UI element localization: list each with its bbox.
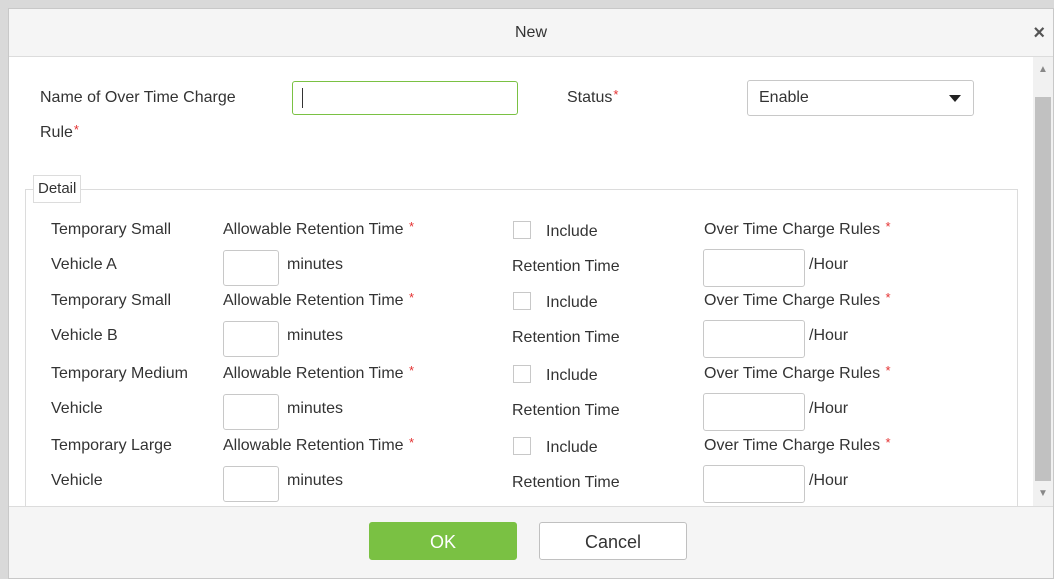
include-label: Include — [546, 367, 598, 384]
dialog-content: Name of Over Time Charge Rule* Status* E… — [9, 57, 1033, 509]
required-mark: * — [613, 87, 619, 102]
required-mark: * — [409, 219, 415, 234]
per-hour-label: /Hour — [809, 472, 849, 489]
include-checkbox[interactable] — [513, 437, 531, 455]
include-checkbox[interactable] — [513, 221, 531, 239]
name-label-text: Rule — [40, 124, 73, 141]
minutes-label: minutes — [287, 256, 344, 273]
retention-label-text: Allowable Retention Time — [223, 292, 404, 309]
vehicle-name-line1: Temporary Small — [51, 292, 172, 309]
retention-minutes-input[interactable] — [223, 250, 279, 286]
per-hour-label: /Hour — [809, 256, 849, 273]
include-checkbox[interactable] — [513, 365, 531, 383]
required-mark: * — [885, 435, 891, 450]
vehicle-name-line1: Temporary Small — [51, 221, 172, 238]
status-select-value: Enable — [759, 89, 809, 106]
required-mark: * — [409, 290, 415, 305]
status-select[interactable]: Enable — [747, 80, 974, 116]
required-mark: * — [409, 363, 415, 378]
retention-minutes-input[interactable] — [223, 394, 279, 430]
dialog-footer: OK Cancel — [9, 506, 1053, 578]
charge-label: Over Time Charge Rules * — [704, 290, 891, 310]
retention-time-label: Retention Time — [512, 258, 620, 275]
include-label: Include — [546, 223, 598, 240]
scroll-thumb[interactable] — [1035, 97, 1051, 481]
rule-name-input[interactable] — [292, 81, 518, 115]
retention-time-label: Retention Time — [512, 329, 620, 346]
dialog-titlebar: New × — [9, 9, 1053, 57]
retention-label: Allowable Retention Time * — [223, 435, 415, 455]
charge-label-text: Over Time Charge Rules — [704, 365, 881, 382]
charge-rate-input[interactable] — [703, 465, 805, 503]
status-label: Status* — [567, 87, 619, 107]
new-rule-dialog: New × Name of Over Time Charge Rule* Sta… — [8, 8, 1054, 579]
text-caret — [302, 88, 303, 108]
minutes-label: minutes — [287, 472, 344, 489]
charge-rate-input[interactable] — [703, 249, 805, 287]
retention-label-text: Allowable Retention Time — [223, 437, 404, 454]
charge-label: Over Time Charge Rules * — [704, 219, 891, 239]
retention-minutes-input[interactable] — [223, 321, 279, 357]
ok-button[interactable]: OK — [369, 522, 517, 560]
charge-label-text: Over Time Charge Rules — [704, 292, 881, 309]
scroll-up-arrow-icon[interactable]: ▲ — [1033, 61, 1053, 79]
include-label: Include — [546, 294, 598, 311]
dialog-title: New — [514, 24, 547, 41]
required-mark: * — [885, 363, 891, 378]
name-label-line1: Name of Over Time Charge — [40, 89, 236, 106]
status-label-text: Status — [567, 89, 613, 106]
cancel-button[interactable]: Cancel — [539, 522, 687, 560]
retention-label-text: Allowable Retention Time — [223, 365, 404, 382]
retention-time-label: Retention Time — [512, 402, 620, 419]
required-mark: * — [409, 435, 415, 450]
retention-label-text: Allowable Retention Time — [223, 221, 404, 238]
charge-label-text: Over Time Charge Rules — [704, 221, 881, 238]
vehicle-name-line1: Temporary Large — [51, 437, 172, 454]
vehicle-name-line2: Vehicle A — [51, 256, 117, 273]
scroll-down-arrow-icon[interactable]: ▼ — [1033, 485, 1053, 503]
charge-rate-input[interactable] — [703, 320, 805, 358]
vehicle-name-line1: Temporary Medium — [51, 365, 188, 382]
vertical-scrollbar[interactable]: ▲ ▼ — [1033, 57, 1053, 507]
charge-label: Over Time Charge Rules * — [704, 363, 891, 383]
retention-label: Allowable Retention Time * — [223, 290, 415, 310]
minutes-label: minutes — [287, 327, 344, 344]
retention-minutes-input[interactable] — [223, 466, 279, 502]
per-hour-label: /Hour — [809, 327, 849, 344]
required-mark: * — [73, 122, 79, 137]
vehicle-name-line2: Vehicle — [51, 472, 103, 489]
retention-label: Allowable Retention Time * — [223, 363, 415, 383]
retention-label: Allowable Retention Time * — [223, 219, 415, 239]
close-icon[interactable]: × — [1033, 9, 1045, 57]
vehicle-name-line2: Vehicle B — [51, 327, 118, 344]
charge-rate-input[interactable] — [703, 393, 805, 431]
detail-legend: Detail — [33, 175, 82, 203]
retention-time-label: Retention Time — [512, 474, 620, 491]
required-mark: * — [885, 290, 891, 305]
chevron-down-icon — [949, 95, 961, 102]
vehicle-name-line2: Vehicle — [51, 400, 103, 417]
charge-label-text: Over Time Charge Rules — [704, 437, 881, 454]
minutes-label: minutes — [287, 400, 344, 417]
include-label: Include — [546, 439, 598, 456]
per-hour-label: /Hour — [809, 400, 849, 417]
include-checkbox[interactable] — [513, 292, 531, 310]
name-label-line2: Rule* — [40, 122, 79, 142]
charge-label: Over Time Charge Rules * — [704, 435, 891, 455]
required-mark: * — [885, 219, 891, 234]
